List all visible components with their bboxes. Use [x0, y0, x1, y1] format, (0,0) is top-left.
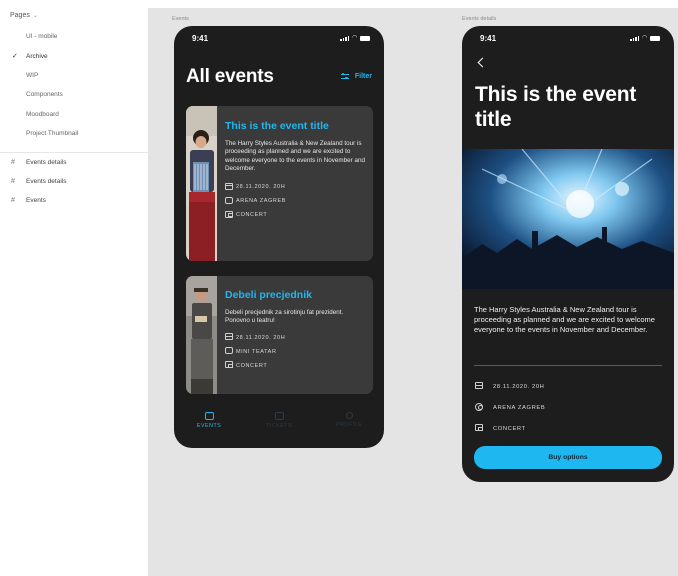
- event-date-text: 28.11.2020. 20H: [236, 184, 286, 191]
- panel-divider: [0, 152, 148, 153]
- event-category: CONCERT: [475, 418, 545, 439]
- event-card-image: [186, 276, 217, 394]
- event-venue-text: ARENA ZAGREB: [236, 198, 286, 205]
- event-card-description: The Harry Styles Australia & New Zealand…: [225, 140, 366, 172]
- event-date-text: 28.11.2020. 20H: [236, 334, 286, 341]
- wifi-icon: ◠: [642, 35, 647, 41]
- event-hero-image: [462, 149, 674, 289]
- event-date: 28.11.2020. 20H: [475, 376, 545, 397]
- frame-icon: #: [11, 158, 15, 166]
- event-category-text: CONCERT: [236, 212, 268, 219]
- frame-item-label: Events: [26, 196, 46, 204]
- page-item-moodboard[interactable]: Moodboard: [0, 107, 148, 121]
- battery-icon: [360, 35, 370, 41]
- frame-item-events-details[interactable]: # Events details: [0, 155, 148, 169]
- calendar-icon: [204, 412, 214, 420]
- event-card[interactable]: This is the event title The Harry Styles…: [186, 106, 373, 261]
- event-venue: MINI TEATAR: [225, 345, 365, 359]
- event-card-title[interactable]: This is the event title: [225, 120, 365, 132]
- event-card-title[interactable]: Debeli precjednik: [225, 289, 365, 301]
- event-card-image: [186, 106, 217, 261]
- venue-icon: [225, 196, 236, 206]
- frame-icon: #: [11, 196, 15, 204]
- design-canvas[interactable]: Events Events details 9:41 ◠ All events …: [148, 8, 678, 576]
- page-item-ui-mobile[interactable]: UI - mobile: [0, 29, 148, 43]
- event-details-phone-frame[interactable]: 9:41 ◠ This is the event title The Harry…: [462, 26, 674, 482]
- calendar-icon: [475, 382, 493, 391]
- event-venue: ARENA ZAGREB: [475, 397, 545, 418]
- ticket-icon: [225, 210, 236, 220]
- frame-item-events[interactable]: # Events: [0, 193, 148, 207]
- frame-item-events-details-2[interactable]: # Events details: [0, 174, 148, 188]
- wifi-icon: ◠: [352, 35, 357, 41]
- status-bar: 9:41 ◠: [462, 34, 674, 46]
- page-item-label: Project Thumbnail: [26, 129, 79, 137]
- page-item-archive[interactable]: ✓ Archive: [0, 49, 148, 63]
- page-item-label: Moodboard: [26, 110, 59, 118]
- status-time: 9:41: [192, 34, 209, 43]
- signal-icon: [340, 35, 350, 41]
- tab-label: TICKETS: [265, 423, 293, 429]
- event-category-text: CONCERT: [493, 425, 526, 432]
- tab-tickets[interactable]: TICKETS: [244, 402, 314, 448]
- user-icon: [345, 412, 353, 419]
- divider: [474, 365, 662, 366]
- venue-icon: [475, 402, 493, 413]
- tab-label: EVENTS: [196, 423, 222, 429]
- frame-item-label: Events details: [26, 158, 67, 166]
- pages-header-label: Pages: [10, 12, 30, 19]
- frame-icon: #: [11, 177, 15, 185]
- signal-icon: [630, 35, 640, 41]
- event-card[interactable]: Debeli precjednik Debeli precjednik za s…: [186, 276, 373, 394]
- page-item-project-thumbnail[interactable]: Project Thumbnail: [0, 126, 148, 140]
- chevron-down-icon[interactable]: ⌄: [33, 12, 38, 19]
- page-item-label: UI - mobile: [26, 32, 58, 40]
- bottom-tab-bar: EVENTS TICKETS PROFILE: [174, 402, 384, 448]
- event-date: 28.11.2020. 20H: [225, 331, 365, 345]
- pages-header[interactable]: Pages ⌄: [10, 12, 38, 19]
- event-venue: ARENA ZAGREB: [225, 194, 365, 208]
- status-bar: 9:41 ◠: [174, 34, 384, 46]
- event-detail-description: The Harry Styles Australia & New Zealand…: [474, 305, 655, 334]
- page-item-components[interactable]: Components: [0, 87, 148, 101]
- event-date: 28.11.2020. 20H: [225, 180, 365, 194]
- venue-icon: [225, 347, 236, 356]
- event-date-text: 28.11.2020. 20H: [493, 383, 545, 390]
- battery-icon: [650, 35, 660, 41]
- calendar-icon: [225, 333, 236, 342]
- ticket-icon: [475, 424, 493, 433]
- sliders-icon: [340, 72, 349, 80]
- event-category-text: CONCERT: [236, 362, 268, 369]
- buy-options-button[interactable]: Buy options: [474, 446, 662, 469]
- page-item-label: Archive: [26, 52, 48, 60]
- event-venue-text: ARENA ZAGREB: [493, 404, 546, 411]
- ticket-icon: [225, 361, 236, 370]
- status-time: 9:41: [480, 34, 497, 43]
- event-category: CONCERT: [225, 359, 365, 373]
- tab-profile[interactable]: PROFILE: [314, 402, 384, 448]
- filter-label: Filter: [354, 72, 372, 80]
- frame-label-events[interactable]: Events: [172, 16, 189, 22]
- event-venue-text: MINI TEATAR: [236, 348, 277, 355]
- event-detail-title: This is the event title: [475, 83, 637, 131]
- page-item-wip[interactable]: WIP: [0, 68, 148, 82]
- page-title: All events: [186, 66, 274, 87]
- page-item-label: Components: [26, 90, 63, 98]
- frame-label-events-details[interactable]: Events details: [462, 16, 496, 22]
- event-card-description: Debeli precjednik za sirotinju fat prezi…: [225, 309, 344, 325]
- back-arrow-icon[interactable]: [476, 56, 490, 70]
- filter-button[interactable]: Filter: [340, 72, 372, 80]
- tab-label: PROFILE: [335, 422, 363, 428]
- calendar-icon: [225, 182, 236, 192]
- tab-events[interactable]: EVENTS: [174, 402, 244, 448]
- page-item-label: WIP: [26, 71, 39, 79]
- frame-item-label: Events details: [26, 177, 67, 185]
- checkmark-icon: ✓: [12, 53, 18, 60]
- pages-panel: Pages ⌄ UI - mobile ✓ Archive WIP Compon…: [0, 0, 148, 576]
- events-phone-frame[interactable]: 9:41 ◠ All events Filter This is the eve…: [174, 26, 384, 448]
- event-category: CONCERT: [225, 208, 365, 222]
- ticket-icon: [274, 412, 284, 420]
